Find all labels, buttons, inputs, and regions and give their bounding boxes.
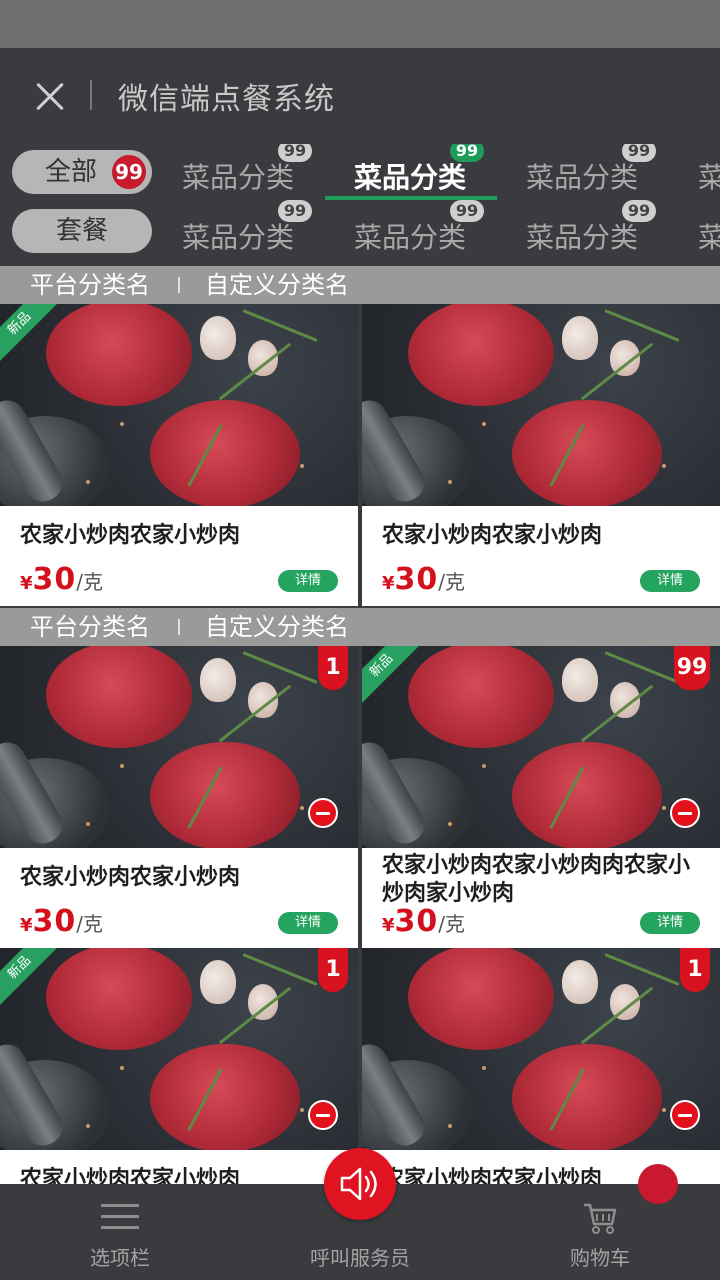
menu-icon [101, 1204, 139, 1230]
cart-icon [584, 1203, 617, 1234]
nav-options[interactable]: 选项栏 [20, 1184, 220, 1280]
pill-all-badge: 99 [112, 155, 146, 189]
tab-label: 菜品分类 [526, 221, 639, 254]
price-unit: /克 [438, 912, 466, 936]
quantity-badge: 1 [318, 948, 348, 992]
section-divider [178, 619, 180, 635]
currency-symbol: ¥ [20, 915, 33, 936]
call-waiter-button[interactable] [324, 1148, 396, 1220]
quantity-badge: 1 [680, 948, 710, 992]
price-value: 30 [394, 562, 439, 597]
tab-category-3[interactable]: 菜品分类 99 [526, 144, 657, 196]
tab-category-2-active[interactable]: 菜品分类 99 [354, 144, 485, 196]
tab-category-1[interactable]: 菜品分类 99 [182, 144, 313, 196]
price-unit: /克 [438, 570, 466, 594]
product-name: 农家小炒肉农家小炒肉 [20, 865, 241, 890]
tab-label: 菜品分类 [354, 221, 467, 254]
custom-category-name: 自定义分类名 [205, 613, 349, 641]
product-price: ¥30/克 [20, 562, 103, 597]
product-price: ¥30/克 [382, 904, 465, 939]
title-divider [90, 80, 92, 110]
pill-set-meal[interactable]: 套餐 [12, 209, 152, 253]
pill-set-meal-label: 套餐 [55, 216, 108, 246]
tab-label: 菜品分类 [354, 161, 467, 194]
page: 微信端点餐系统 全部 99 套餐 菜品分类 99 菜品分类 99 菜品分类 99… [0, 0, 720, 1280]
pill-all-label: 全部 [44, 157, 97, 187]
tab-badge: 99 [622, 200, 657, 222]
minus-icon[interactable] [308, 798, 338, 828]
price-value: 30 [394, 904, 439, 939]
currency-symbol: ¥ [20, 573, 33, 594]
tab-category-8[interactable]: 菜 [698, 216, 720, 256]
tab-badge: 99 [450, 200, 485, 222]
minus-icon[interactable] [670, 798, 700, 828]
cart-badge [638, 1164, 678, 1204]
product-name: 农家小炒肉农家小炒肉 [382, 523, 603, 548]
detail-button[interactable]: 详情 [278, 570, 338, 592]
price-value: 30 [32, 562, 77, 597]
product-image [0, 948, 358, 1150]
custom-category-name: 自定义分类名 [205, 271, 349, 299]
tab-category-4[interactable]: 菜 [698, 156, 720, 196]
price-unit: /克 [76, 570, 104, 594]
currency-symbol: ¥ [382, 573, 395, 594]
minus-icon[interactable] [308, 1100, 338, 1130]
tab-label: 菜品分类 [526, 161, 639, 194]
section-header: 平台分类名 自定义分类名 [0, 266, 720, 304]
currency-symbol: ¥ [382, 915, 395, 936]
pill-all[interactable]: 全部 99 [12, 150, 152, 194]
tab-category-7[interactable]: 菜品分类 99 [526, 200, 657, 256]
product-image [362, 646, 720, 848]
close-icon[interactable] [28, 76, 72, 116]
speaker-icon [340, 1167, 377, 1201]
section-divider [178, 277, 180, 293]
status-bar [0, 0, 720, 48]
product-name: 农家小炒肉农家小炒肉肉农家小炒肉家小炒肉 [382, 853, 691, 906]
price-value: 30 [32, 904, 77, 939]
tab-badge: 99 [450, 144, 485, 162]
tab-category-6[interactable]: 菜品分类 99 [354, 200, 485, 256]
category-bar: 全部 99 套餐 菜品分类 99 菜品分类 99 菜品分类 99 菜 菜品分类 … [0, 144, 720, 266]
minus-icon[interactable] [670, 1100, 700, 1130]
title-bar: 微信端点餐系统 [0, 48, 720, 144]
tab-category-5[interactable]: 菜品分类 99 [182, 200, 313, 256]
platform-category-name: 平台分类名 [30, 613, 150, 641]
tab-label: 菜 [698, 161, 720, 194]
platform-category-name: 平台分类名 [30, 271, 150, 299]
product-name: 农家小炒肉农家小炒肉 [20, 523, 241, 548]
tab-label: 菜品分类 [182, 221, 295, 254]
quantity-badge: 99 [674, 646, 710, 690]
nav-call-label: 呼叫服务员 [310, 1246, 410, 1270]
detail-button[interactable]: 详情 [640, 570, 700, 592]
section-header: 平台分类名 自定义分类名 [0, 608, 720, 646]
tab-label: 菜 [698, 221, 720, 254]
quantity-badge: 1 [318, 646, 348, 690]
product-card[interactable]: 农家小炒肉农家小炒肉 ¥30/克 详情 [362, 304, 720, 606]
app-title: 微信端点餐系统 [118, 82, 335, 117]
tab-badge: 99 [278, 144, 313, 162]
product-image [0, 646, 358, 848]
tab-label: 菜品分类 [182, 161, 295, 194]
price-unit: /克 [76, 912, 104, 936]
product-image [362, 304, 720, 506]
detail-button[interactable]: 详情 [640, 912, 700, 934]
product-card[interactable]: 新品 农家小炒肉农家小炒肉 ¥30/克 详情 [0, 304, 358, 606]
product-card[interactable]: 新品 99 农家小炒肉农家小炒肉肉农家小炒肉家小炒肉 ¥30/克 详情 [362, 646, 720, 948]
product-price: ¥30/克 [20, 904, 103, 939]
detail-button[interactable]: 详情 [278, 912, 338, 934]
product-card[interactable]: 1 农家小炒肉农家小炒肉 ¥30/克 详情 [0, 646, 358, 948]
product-image [0, 304, 358, 506]
tab-badge: 99 [622, 144, 657, 162]
product-image [362, 948, 720, 1150]
nav-cart-label: 购物车 [570, 1246, 630, 1270]
product-price: ¥30/克 [382, 562, 465, 597]
nav-options-label: 选项栏 [90, 1246, 150, 1270]
tab-badge: 99 [278, 200, 313, 222]
